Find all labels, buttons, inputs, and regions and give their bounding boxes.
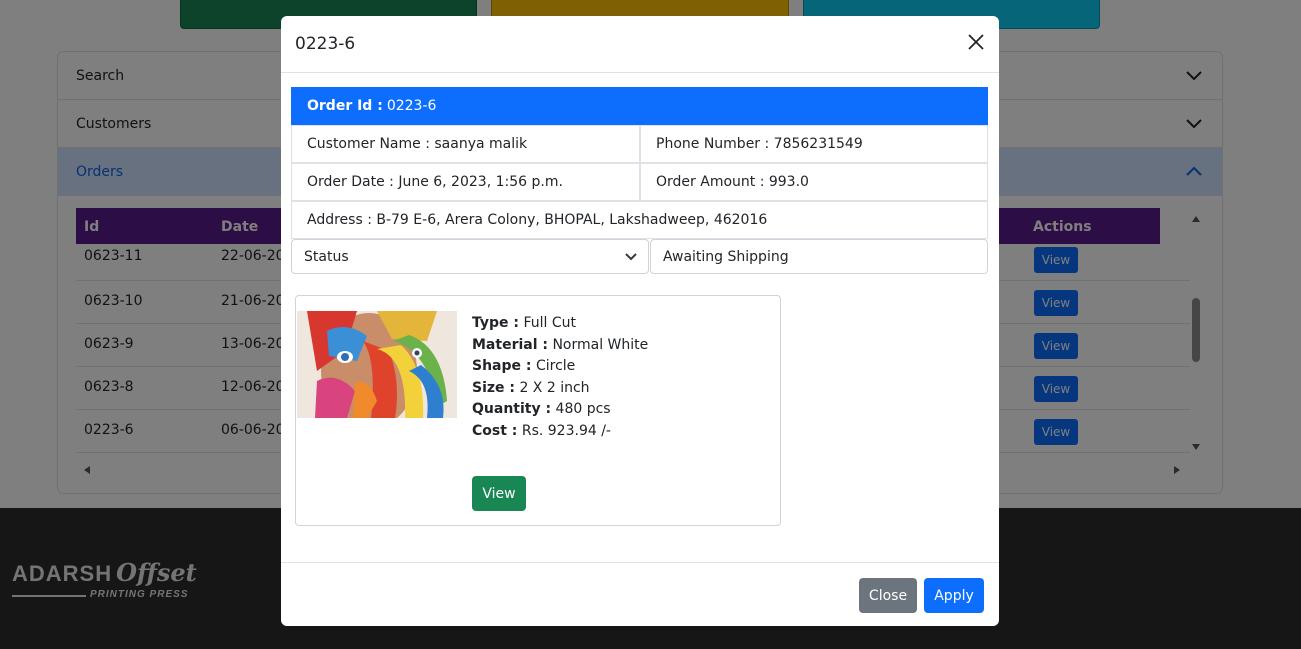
status-select-value: Status <box>304 248 349 265</box>
product-card: Type : Full Cut Material : Normal White … <box>295 295 781 526</box>
order-id-label: Order Id : <box>307 98 383 114</box>
order-id-value: 0223-6 <box>386 98 437 114</box>
customer-name: Customer Name : saanya malik <box>291 125 640 163</box>
spec-size: Size : 2 X 2 inch <box>472 379 590 396</box>
spec-type: Type : Full Cut <box>472 315 576 331</box>
product-view-button[interactable]: View <box>472 476 526 511</box>
order-address: Address : B-79 E-6, Arera Colony, BHOPAL… <box>291 201 988 239</box>
order-id-header: Order Id : 0223-6 <box>291 87 988 125</box>
apply-button[interactable]: Apply <box>924 578 984 613</box>
spec-quantity: Quantity : 480 pcs <box>472 401 611 418</box>
modal-footer: Close Apply <box>281 562 999 626</box>
phone-number: Phone Number : 7856231549 <box>640 125 988 163</box>
order-date: Order Date : June 6, 2023, 1:56 p.m. <box>291 163 640 201</box>
order-detail-modal: 0223-6 Order Id : 0223-6 Customer Name :… <box>281 16 999 626</box>
modal-header: 0223-6 <box>281 16 999 73</box>
product-image <box>297 311 457 418</box>
current-status-field[interactable]: Awaiting Shipping <box>650 239 988 274</box>
spec-shape: Shape : Circle <box>472 358 576 375</box>
close-icon[interactable] <box>967 33 985 51</box>
close-button[interactable]: Close <box>859 578 917 613</box>
spec-material: Material : Normal White <box>472 336 649 353</box>
chevron-down-icon <box>624 250 638 264</box>
product-specs: Type : Full Cut Material : Normal White … <box>472 313 648 443</box>
modal-title: 0223-6 <box>295 34 356 54</box>
status-select[interactable]: Status <box>291 239 649 274</box>
spec-cost: Cost : Rs. 923.94 /- <box>472 422 611 439</box>
order-amount: Order Amount : 993.0 <box>640 163 988 201</box>
